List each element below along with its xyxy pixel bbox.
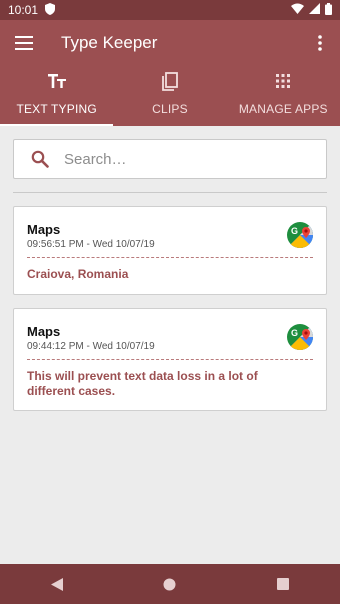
system-nav-bar	[0, 564, 340, 604]
dashed-separator	[27, 359, 313, 360]
entry-timestamp: 09:44:12 PM - Wed 10/07/19	[27, 341, 155, 352]
tab-manage-apps[interactable]: MANAGE APPS	[227, 66, 340, 126]
tab-label: TEXT TYPING	[16, 102, 97, 116]
entry-text: Craiova, Romania	[27, 267, 129, 281]
home-icon[interactable]	[140, 564, 200, 604]
battery-icon	[325, 2, 332, 18]
search-box[interactable]	[13, 139, 327, 179]
status-time: 10:01	[8, 3, 39, 17]
tab-bar: TEXT TYPING CLIPS MANAGE APPS	[0, 66, 340, 126]
back-icon[interactable]	[27, 564, 87, 604]
copy-icon	[162, 70, 178, 92]
tab-clips[interactable]: CLIPS	[113, 66, 226, 126]
dashed-separator	[27, 257, 313, 258]
search-input[interactable]	[64, 150, 304, 168]
app-screen: 10:01 Type Keeper TEXT TYPING CLIPS MANA…	[0, 0, 340, 604]
list-item[interactable]: Maps 09:44:12 PM - Wed 10/07/19 G This w…	[13, 308, 327, 411]
app-title: Type Keeper	[61, 33, 158, 52]
entry-app-name: Maps	[27, 222, 61, 237]
signal-icon	[309, 3, 320, 17]
status-bar: 10:01	[0, 0, 340, 20]
svg-text:G: G	[291, 328, 298, 338]
divider	[13, 192, 327, 193]
tab-text-typing[interactable]: TEXT TYPING	[0, 66, 114, 126]
entry-text: This will prevent text data loss in a lo…	[27, 369, 258, 398]
google-maps-icon: G	[287, 222, 313, 248]
text-format-icon	[47, 70, 66, 92]
entry-timestamp: 09:56:51 PM - Wed 10/07/19	[27, 239, 155, 250]
more-vert-icon[interactable]	[300, 20, 340, 66]
hamburger-menu-icon[interactable]	[2, 20, 46, 66]
apps-grid-icon	[276, 70, 291, 92]
wifi-icon	[291, 3, 304, 17]
tab-label: MANAGE APPS	[238, 102, 328, 116]
entry-app-name: Maps	[27, 324, 61, 339]
app-bar: Type Keeper	[0, 20, 340, 66]
svg-text:G: G	[291, 226, 298, 236]
google-maps-icon: G	[287, 324, 313, 350]
shield-icon	[45, 2, 56, 18]
search-icon	[20, 150, 60, 168]
list-item[interactable]: Maps 09:56:51 PM - Wed 10/07/19 G Craiov…	[13, 206, 327, 295]
tab-label: CLIPS	[152, 102, 188, 116]
recents-icon[interactable]	[253, 564, 313, 604]
